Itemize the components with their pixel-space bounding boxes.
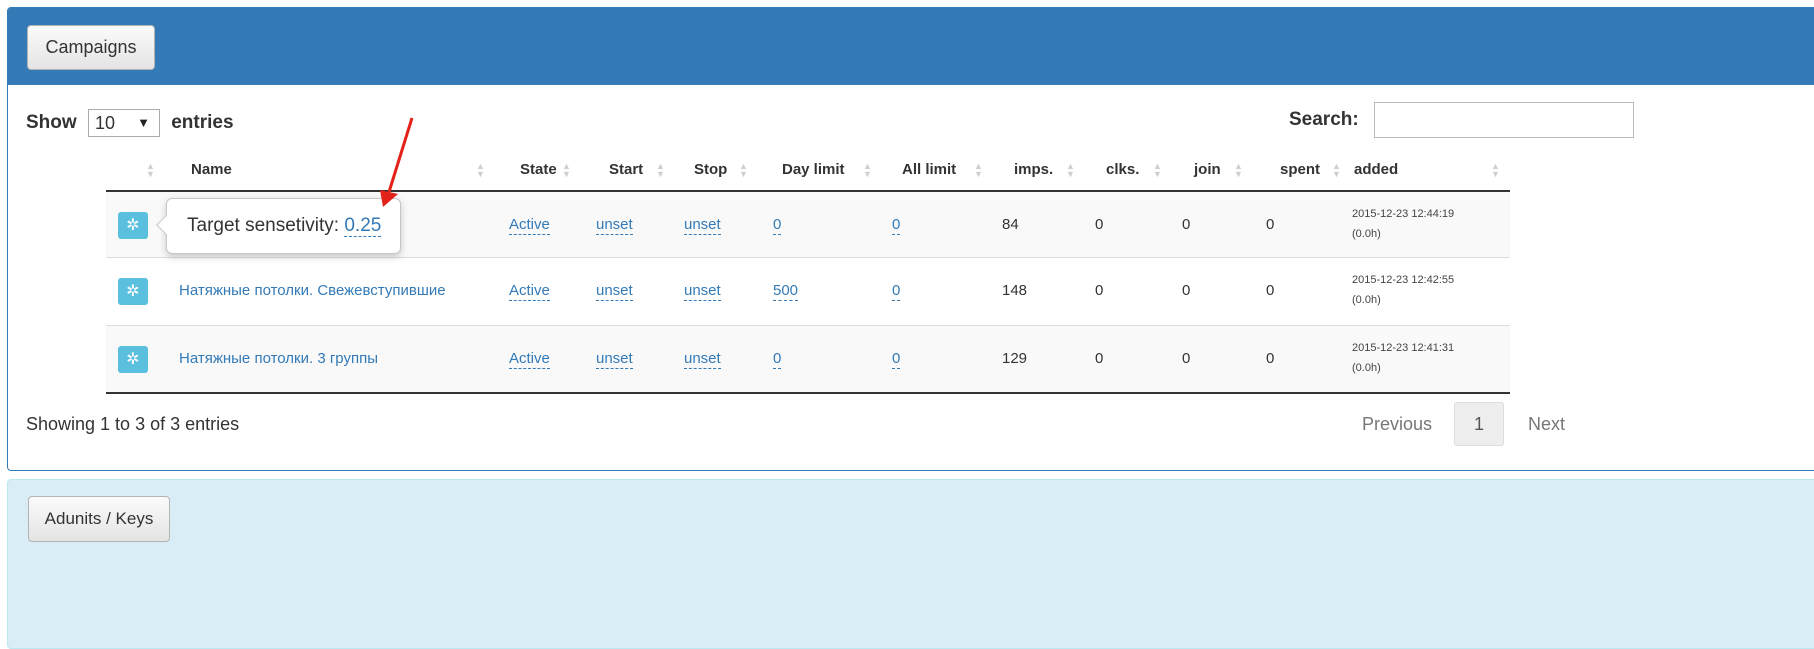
adunits-keys-button[interactable]: Adunits / Keys xyxy=(28,496,170,542)
target-sensitivity-value[interactable]: 0.25 xyxy=(344,216,382,237)
added-cell: 2015-12-23 12:41:31 (0.0h) xyxy=(1352,338,1454,378)
entries-label: entries xyxy=(171,112,234,133)
campaign-name-link[interactable]: Натяжные потолки. 3 группы xyxy=(179,350,378,367)
column-header-day-limit[interactable]: Day limit xyxy=(782,150,845,190)
spent-value: 0 xyxy=(1266,350,1275,367)
added-cell: 2015-12-23 12:42:55 (0.0h) xyxy=(1352,270,1454,310)
column-header-added[interactable]: added xyxy=(1354,150,1398,190)
pagination-next[interactable]: Next xyxy=(1528,414,1565,435)
column-header-join[interactable]: join xyxy=(1194,150,1221,190)
sort-both-icon[interactable]: ▲ ▼ xyxy=(974,162,983,179)
added-date: 2015-12-23 12:41:31 xyxy=(1352,342,1455,354)
sort-both-icon[interactable]: ▲ ▼ xyxy=(476,162,485,179)
sort-both-icon[interactable]: ▲ ▼ xyxy=(1332,162,1341,179)
sort-both-icon[interactable]: ▲ ▼ xyxy=(146,162,155,179)
state-editable[interactable]: Active xyxy=(509,216,550,235)
table-info: Showing 1 to 3 of 3 entries xyxy=(26,414,240,434)
column-header-all-limit[interactable]: All limit xyxy=(902,150,956,190)
all-limit-editable[interactable]: 0 xyxy=(892,282,901,301)
gear-icon[interactable]: ✲ xyxy=(118,212,148,239)
target-sensitivity-popover: Target sensetivity: 0.25 xyxy=(156,198,401,254)
stop-editable[interactable]: unset xyxy=(684,216,721,235)
column-header-name[interactable]: Name xyxy=(191,150,232,190)
start-editable[interactable]: unset xyxy=(596,282,633,301)
column-header-start[interactable]: Start xyxy=(609,150,643,190)
campaigns-table: ▲ ▼ Name ▲ ▼ State ▲ ▼ Start ▲ ▼ Stop ▲ ▼ Day… xyxy=(106,150,1510,394)
entries-per-page-value: 10 xyxy=(94,113,115,133)
campaign-name-link[interactable]: Натяжные потолки. Свежевступившие xyxy=(179,282,446,299)
campaigns-button[interactable]: Campaigns xyxy=(27,25,155,70)
column-header-state[interactable]: State xyxy=(520,150,557,190)
pagination-previous[interactable]: Previous xyxy=(1362,414,1432,435)
sort-both-icon[interactable]: ▲ ▼ xyxy=(656,162,665,179)
search-control: Search: xyxy=(1289,102,1634,138)
adunits-panel: Adunits / Keys xyxy=(7,479,1814,649)
column-header-clks[interactable]: clks. xyxy=(1106,150,1139,190)
imps-value: 148 xyxy=(1002,282,1028,299)
state-editable[interactable]: Active xyxy=(509,282,550,301)
added-age: (0.0h) xyxy=(1352,362,1381,374)
column-header-spent[interactable]: spent xyxy=(1280,150,1320,190)
campaigns-panel-header: Campaigns xyxy=(8,8,1814,85)
added-date: 2015-12-23 12:44:19 xyxy=(1352,208,1455,220)
added-date: 2015-12-23 12:42:55 xyxy=(1352,274,1455,286)
clks-value: 0 xyxy=(1095,282,1104,299)
day-limit-editable[interactable]: 500 xyxy=(773,282,799,301)
added-age: (0.0h) xyxy=(1352,294,1381,306)
start-editable[interactable]: unset xyxy=(596,350,633,369)
join-value: 0 xyxy=(1182,350,1191,367)
column-header-imps[interactable]: imps. xyxy=(1014,150,1053,190)
gear-icon[interactable]: ✲ xyxy=(118,346,148,373)
popover-label: Target sensetivity: xyxy=(187,215,340,236)
chevron-down-icon: ▼ xyxy=(137,115,150,130)
imps-value: 84 xyxy=(1002,216,1019,233)
stop-editable[interactable]: unset xyxy=(684,282,721,301)
sort-both-icon[interactable]: ▲ ▼ xyxy=(1491,162,1500,179)
spent-value: 0 xyxy=(1266,282,1275,299)
table-row: ✲ Натяжные потолки. Свежевступившие Acti… xyxy=(106,258,1510,326)
pagination-page-1[interactable]: 1 xyxy=(1454,402,1504,446)
state-editable[interactable]: Active xyxy=(509,350,550,369)
column-header-stop[interactable]: Stop xyxy=(694,150,727,190)
entries-per-page-select[interactable]: 10 ▼ xyxy=(87,109,160,137)
sort-both-icon[interactable]: ▲ ▼ xyxy=(562,162,571,179)
sort-both-icon[interactable]: ▲ ▼ xyxy=(739,162,748,179)
imps-value: 129 xyxy=(1002,350,1028,367)
show-label: Show xyxy=(26,112,77,133)
start-editable[interactable]: unset xyxy=(596,216,633,235)
sort-both-icon[interactable]: ▲ ▼ xyxy=(1234,162,1243,179)
clks-value: 0 xyxy=(1095,216,1104,233)
added-cell: 2015-12-23 12:44:19 (0.0h) xyxy=(1352,204,1454,244)
table-row: ✲ Натяжные потолки. 3 группы Active unse… xyxy=(106,326,1510,394)
gear-icon[interactable]: ✲ xyxy=(118,278,148,305)
added-age: (0.0h) xyxy=(1352,228,1381,240)
join-value: 0 xyxy=(1182,282,1191,299)
clks-value: 0 xyxy=(1095,350,1104,367)
entries-length-control: Show 10 ▼ entries xyxy=(26,109,234,137)
sort-both-icon[interactable]: ▲ ▼ xyxy=(1153,162,1162,179)
sort-both-icon[interactable]: ▲ ▼ xyxy=(863,162,872,179)
sort-both-icon[interactable]: ▲ ▼ xyxy=(1066,162,1075,179)
table-header-row: ▲ ▼ Name ▲ ▼ State ▲ ▼ Start ▲ ▼ Stop ▲ ▼ Day… xyxy=(106,150,1510,192)
spent-value: 0 xyxy=(1266,216,1275,233)
all-limit-editable[interactable]: 0 xyxy=(892,216,901,235)
search-label: Search: xyxy=(1289,109,1359,130)
search-input[interactable] xyxy=(1373,102,1634,138)
join-value: 0 xyxy=(1182,216,1191,233)
day-limit-editable[interactable]: 0 xyxy=(773,216,782,235)
stop-editable[interactable]: unset xyxy=(684,350,721,369)
all-limit-editable[interactable]: 0 xyxy=(892,350,901,369)
day-limit-editable[interactable]: 0 xyxy=(773,350,782,369)
